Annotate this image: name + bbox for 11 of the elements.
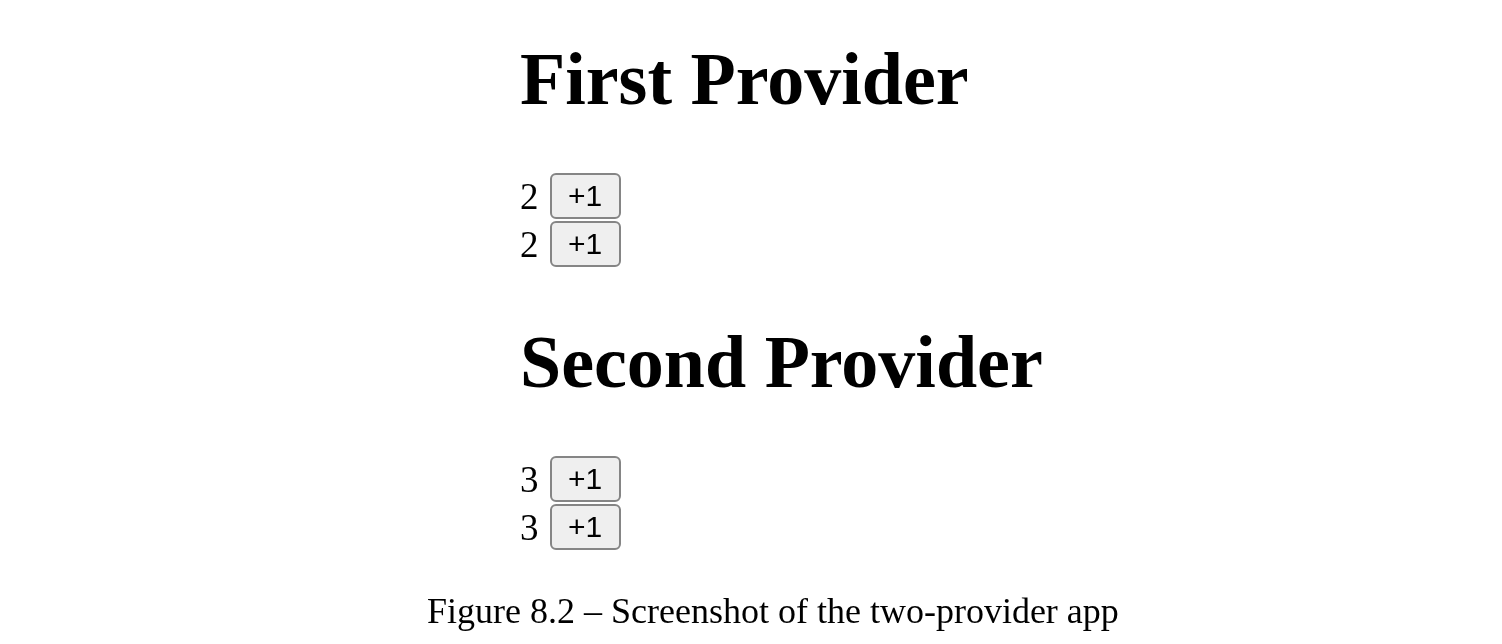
increment-button[interactable]: +1: [549, 221, 621, 267]
counter-value: 2: [520, 177, 539, 215]
counter-value: 3: [520, 508, 539, 546]
provider-heading: First Provider: [520, 39, 969, 120]
increment-button[interactable]: +1: [549, 504, 621, 550]
provider-heading: Second Provider: [520, 322, 1043, 403]
figure-caption: Figure 8.2 – Screenshot of the two-provider app: [427, 591, 1119, 631]
counter-value: 3: [520, 460, 539, 498]
counter-value: 2: [520, 225, 539, 263]
increment-button[interactable]: +1: [549, 173, 621, 219]
increment-button[interactable]: +1: [549, 456, 621, 502]
